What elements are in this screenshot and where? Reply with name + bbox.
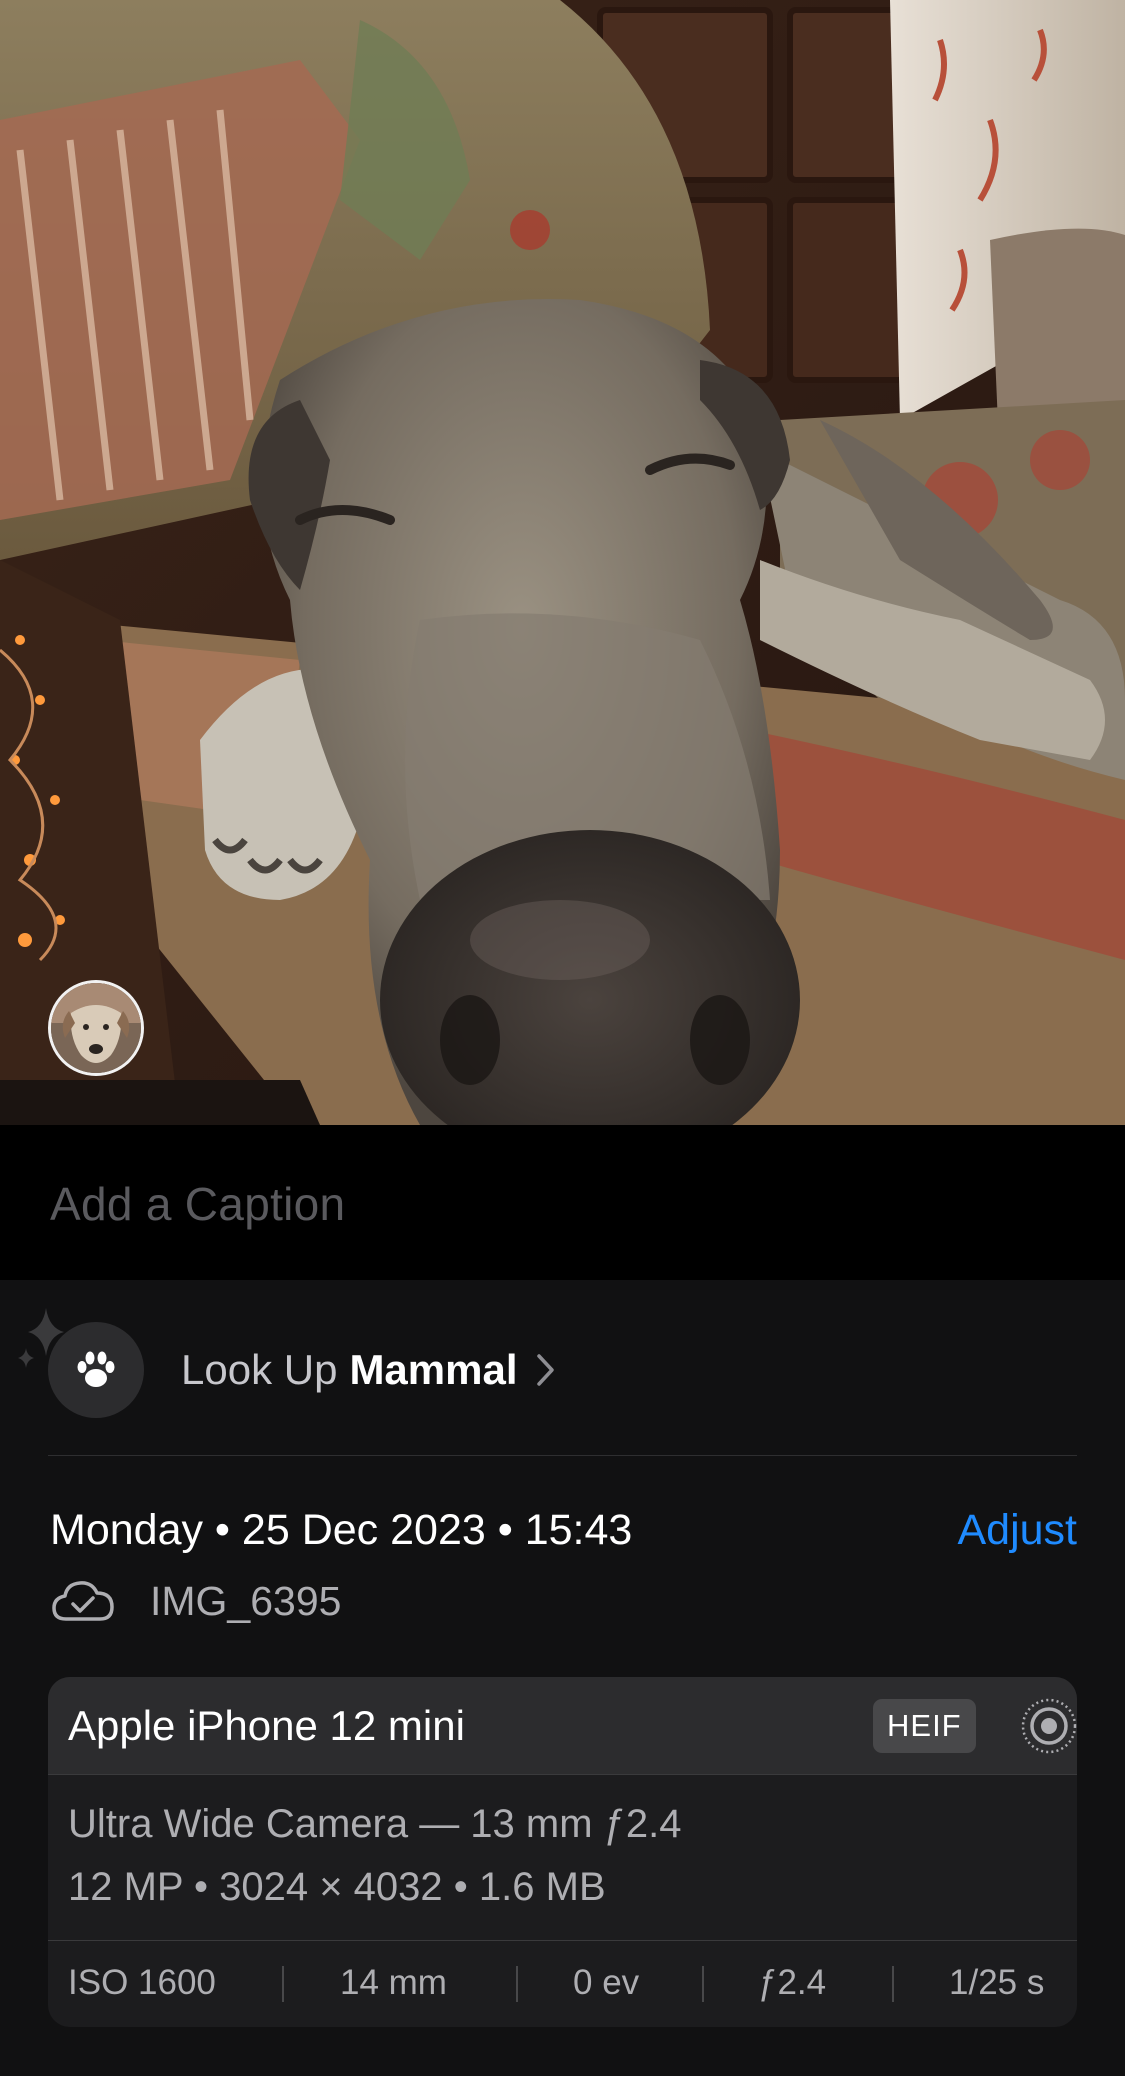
format-badge: HEIF	[873, 1699, 976, 1753]
card-header: Apple iPhone 12 mini HEIF	[48, 1677, 1077, 1774]
file-row: IMG_6395	[50, 1570, 341, 1632]
lens-info: Ultra Wide Camera — 13 mm ƒ2.4	[68, 1802, 682, 1846]
dog-face-icon	[51, 983, 141, 1073]
exif-separator	[892, 1966, 894, 2002]
device-name: Apple iPhone 12 mini	[68, 1702, 465, 1749]
live-photo-icon[interactable]	[1020, 1697, 1077, 1755]
dog-photo	[0, 0, 1125, 1125]
divider	[48, 1774, 1077, 1775]
exif-separator	[516, 1966, 518, 2002]
caption-field[interactable]: Add a Caption	[0, 1125, 1125, 1280]
chevron-right-icon	[536, 1353, 556, 1387]
icloud-synced-icon	[52, 1581, 114, 1621]
camera-info-card: Apple iPhone 12 mini HEIF Ultra Wide Cam…	[48, 1677, 1077, 2027]
info-panel: Look Up Mammal Monday • 25 Dec 2023 • 15…	[0, 1280, 1125, 2076]
lookup-subject: Mammal	[349, 1346, 518, 1393]
exif-row: ISO 1600 14 mm 0 ev ƒ2.4 1/25 s	[48, 1941, 1077, 2027]
exif-separator	[282, 1966, 284, 2002]
caption-placeholder: Add a Caption	[50, 1178, 346, 1230]
exif-separator	[702, 1966, 704, 2002]
lookup-badge	[48, 1322, 144, 1418]
exif-exposure: 0 ev	[573, 1963, 640, 2002]
lookup-prefix: Look Up	[181, 1346, 338, 1393]
adjust-date-button[interactable]: Adjust	[957, 1506, 1077, 1555]
image-specs: 12 MP • 3024 × 4032 • 1.6 MB	[68, 1865, 606, 1909]
capture-datetime: Monday • 25 Dec 2023 • 15:43	[50, 1506, 633, 1554]
lookup-label: Look Up Mammal	[181, 1346, 556, 1394]
visual-lookup-row[interactable]: Look Up Mammal	[0, 1280, 1125, 1455]
paw-icon	[77, 1351, 115, 1387]
exif-focal-length: 14 mm	[340, 1963, 447, 2002]
exif-aperture: ƒ2.4	[758, 1963, 827, 2002]
photo-view[interactable]	[0, 0, 1125, 1125]
exif-shutter: 1/25 s	[949, 1963, 1045, 2002]
divider	[48, 1455, 1077, 1456]
exif-iso: ISO 1600	[68, 1963, 216, 2002]
person-pet-avatar[interactable]	[48, 980, 144, 1076]
file-name: IMG_6395	[150, 1577, 342, 1624]
